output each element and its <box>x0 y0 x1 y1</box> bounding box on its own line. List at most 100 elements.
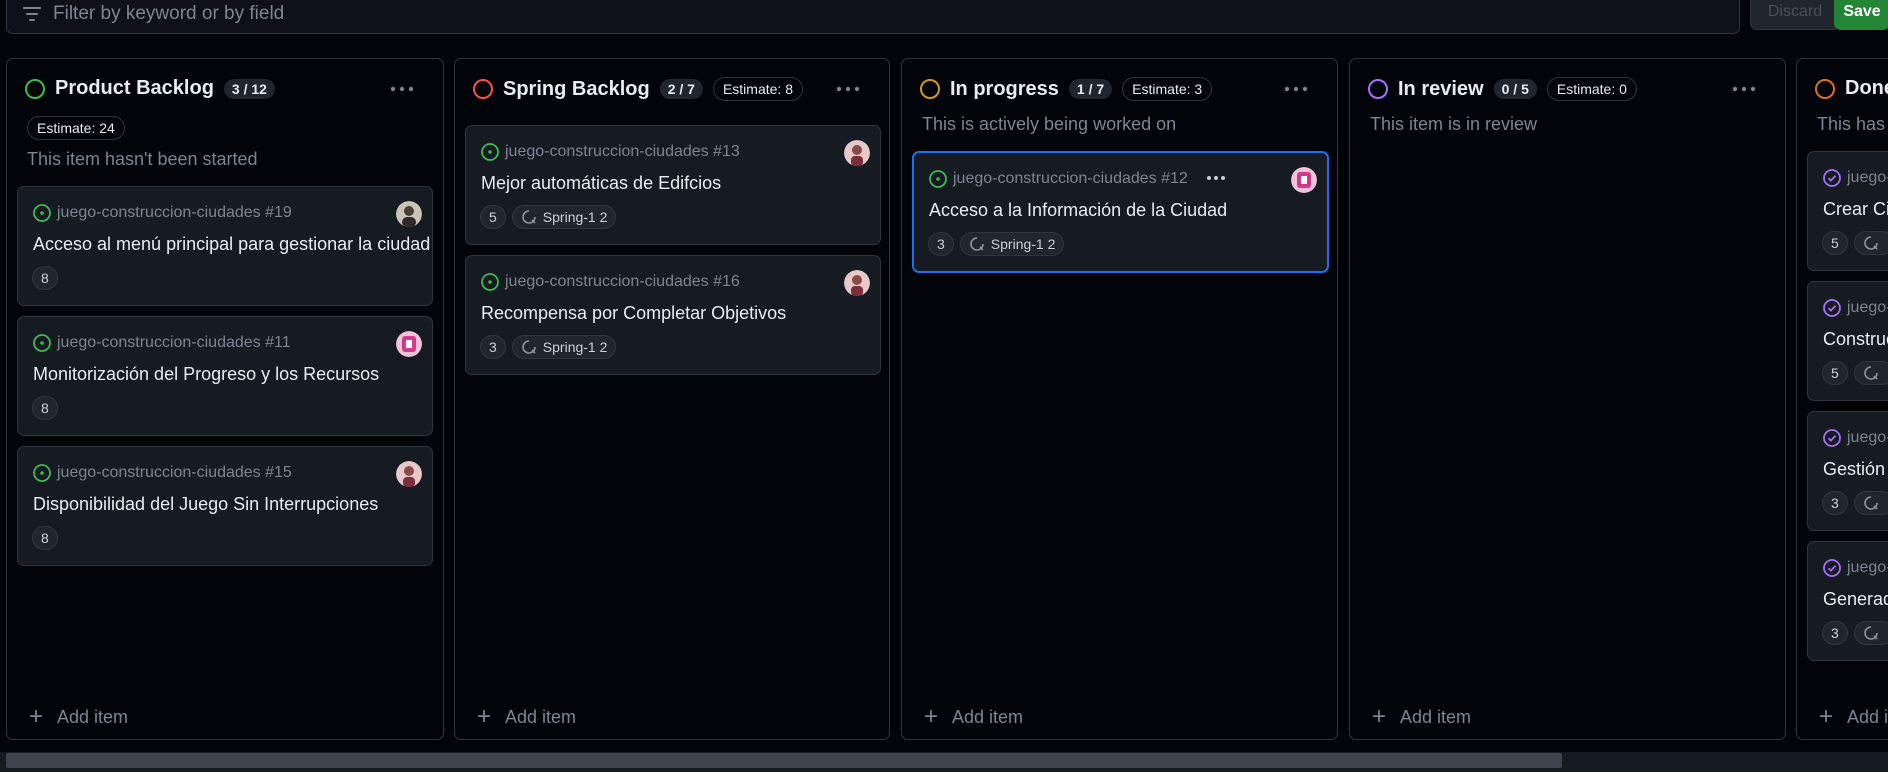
add-item-button[interactable]: + Add item <box>1372 705 1471 729</box>
card[interactable]: juego- Crear Ciu 5 <box>1807 151 1888 271</box>
card-repo[interactable]: juego- <box>1847 429 1888 447</box>
card-repo[interactable]: juego-construccion-ciudades #11 <box>57 334 291 352</box>
sprint-label: Spring-1 2 <box>542 339 608 355</box>
estimate-chip: 8 <box>32 266 58 290</box>
avatar[interactable] <box>844 140 870 166</box>
iteration-icon <box>522 210 536 224</box>
column-title: In review <box>1398 77 1484 100</box>
card-title[interactable]: Crear Ciu <box>1823 199 1888 220</box>
card-repo[interactable]: juego-construccion-ciudades #16 <box>505 273 740 291</box>
add-item-label: Add item <box>505 706 577 727</box>
avatar[interactable] <box>1291 167 1317 193</box>
discard-button[interactable]: Discard <box>1750 0 1840 30</box>
estimate-chip: 5 <box>480 205 506 229</box>
status-todo-icon <box>25 78 45 99</box>
card-title[interactable]: Construc <box>1823 329 1888 350</box>
card-title[interactable]: Gestión d <box>1823 459 1888 480</box>
estimate-chip: 8 <box>32 396 58 420</box>
card-title[interactable]: Disponibilidad del Juego Sin Interrupcio… <box>33 494 378 515</box>
column-menu-button[interactable] <box>833 77 863 101</box>
iteration-icon <box>1864 496 1878 510</box>
sprint-chip: Spring-1 2 <box>959 232 1065 256</box>
avatar[interactable] <box>396 331 422 357</box>
card[interactable]: juego- Construc 5 <box>1807 281 1888 401</box>
estimate-chip: 8 <box>32 526 58 550</box>
column-menu-button[interactable] <box>1729 77 1759 101</box>
iteration-icon <box>1864 626 1878 640</box>
column-description: This item hasn't been started <box>27 149 258 169</box>
card[interactable]: juego-construccion-ciudades #13 Mejor au… <box>465 125 881 245</box>
estimate-chip: 3 <box>1822 491 1848 515</box>
add-item-button[interactable]: + Add item <box>1819 705 1888 729</box>
add-item-button[interactable]: + Add item <box>924 705 1023 729</box>
card-repo[interactable]: juego-construccion-ciudades #15 <box>57 464 292 482</box>
column-menu-button[interactable] <box>1281 77 1311 101</box>
column-title: Spring Backlog <box>503 77 650 100</box>
filter-icon <box>23 7 41 21</box>
card[interactable]: juego-construccion-ciudades #11 Monitori… <box>17 316 433 436</box>
card-title[interactable]: Mejor automáticas de Edifcios <box>481 173 721 194</box>
card-repo[interactable]: juego-construccion-ciudades #19 <box>57 204 292 222</box>
more-icon <box>1732 86 1756 92</box>
iteration-icon <box>970 237 984 251</box>
card-title[interactable]: Generad <box>1823 589 1888 610</box>
plus-icon: + <box>29 703 44 730</box>
iteration-icon <box>1864 236 1878 250</box>
closed-issue-icon <box>1823 169 1841 187</box>
card-title[interactable]: Acceso al menú principal para gestionar … <box>33 234 430 255</box>
card-repo[interactable]: juego- <box>1847 169 1888 187</box>
add-item-label: Add item <box>1400 706 1472 727</box>
more-icon <box>1207 176 1225 180</box>
estimate-chip: 5 <box>1822 361 1848 385</box>
card-repo[interactable]: juego- <box>1847 559 1888 577</box>
plus-icon: + <box>1372 703 1387 730</box>
column-spring-backlog: Spring Backlog 2 / 7 Estimate: 8 juego-c… <box>454 58 890 740</box>
column-estimate: Estimate: 24 <box>27 116 125 140</box>
column-in-review: In review 0 / 5 Estimate: 0 This item is… <box>1349 58 1786 740</box>
card-repo[interactable]: juego-construccion-ciudades #12 <box>953 170 1188 188</box>
open-issue-icon <box>33 204 51 222</box>
add-item-label: Add item <box>57 706 129 727</box>
sprint-chip <box>1853 491 1888 515</box>
column-estimate: Estimate: 3 <box>1122 77 1213 101</box>
scrollbar-thumb[interactable] <box>6 753 1562 768</box>
save-button[interactable]: Save <box>1834 0 1888 30</box>
add-item-button[interactable]: + Add item <box>477 705 576 729</box>
estimate-chip: 5 <box>1822 231 1848 255</box>
estimate-chip: 3 <box>480 335 506 359</box>
filter-input[interactable]: Filter by keyword or by field <box>6 0 1740 34</box>
open-issue-icon <box>33 334 51 352</box>
avatar[interactable] <box>396 201 422 227</box>
add-item-button[interactable]: + Add item <box>29 705 128 729</box>
column-done: Done This has been completed juego- Crea… <box>1796 58 1888 740</box>
column-menu-button[interactable] <box>387 77 417 101</box>
status-done-icon <box>1815 78 1835 99</box>
more-icon <box>390 86 414 92</box>
avatar[interactable] <box>396 461 422 487</box>
closed-issue-icon <box>1823 429 1841 447</box>
card-repo[interactable]: juego-construccion-ciudades #13 <box>505 143 740 161</box>
closed-issue-icon <box>1823 559 1841 577</box>
plus-icon: + <box>1819 703 1834 730</box>
status-progress-icon <box>920 79 940 99</box>
card[interactable]: juego- Generad 3 <box>1807 541 1888 661</box>
card-repo[interactable]: juego- <box>1847 299 1888 317</box>
add-item-label: Add item <box>952 706 1024 727</box>
card-title[interactable]: Recompensa por Completar Objetivos <box>481 303 786 324</box>
card[interactable]: juego- Gestión d 3 <box>1807 411 1888 531</box>
card-selected[interactable]: juego-construccion-ciudades #12 Acceso a… <box>912 151 1329 273</box>
column-product-backlog: Product Backlog 3 / 12 Estimate: 24 This… <box>6 58 444 740</box>
column-title: In progress <box>950 77 1059 100</box>
card-menu-button[interactable] <box>1206 169 1234 187</box>
card-title[interactable]: Acceso a la Información de la Ciudad <box>929 200 1227 221</box>
column-count: 0 / 5 <box>1493 79 1537 99</box>
card[interactable]: juego-construccion-ciudades #15 Disponib… <box>17 446 433 566</box>
estimate-chip: 3 <box>928 232 954 256</box>
card[interactable]: juego-construccion-ciudades #16 Recompen… <box>465 255 881 375</box>
more-icon <box>1284 86 1308 92</box>
card[interactable]: juego-construccion-ciudades #19 Acceso a… <box>17 186 433 306</box>
card-title[interactable]: Monitorización del Progreso y los Recurs… <box>33 364 379 385</box>
column-title: Product Backlog <box>55 77 214 99</box>
column-count: 2 / 7 <box>659 79 703 99</box>
avatar[interactable] <box>844 270 870 296</box>
